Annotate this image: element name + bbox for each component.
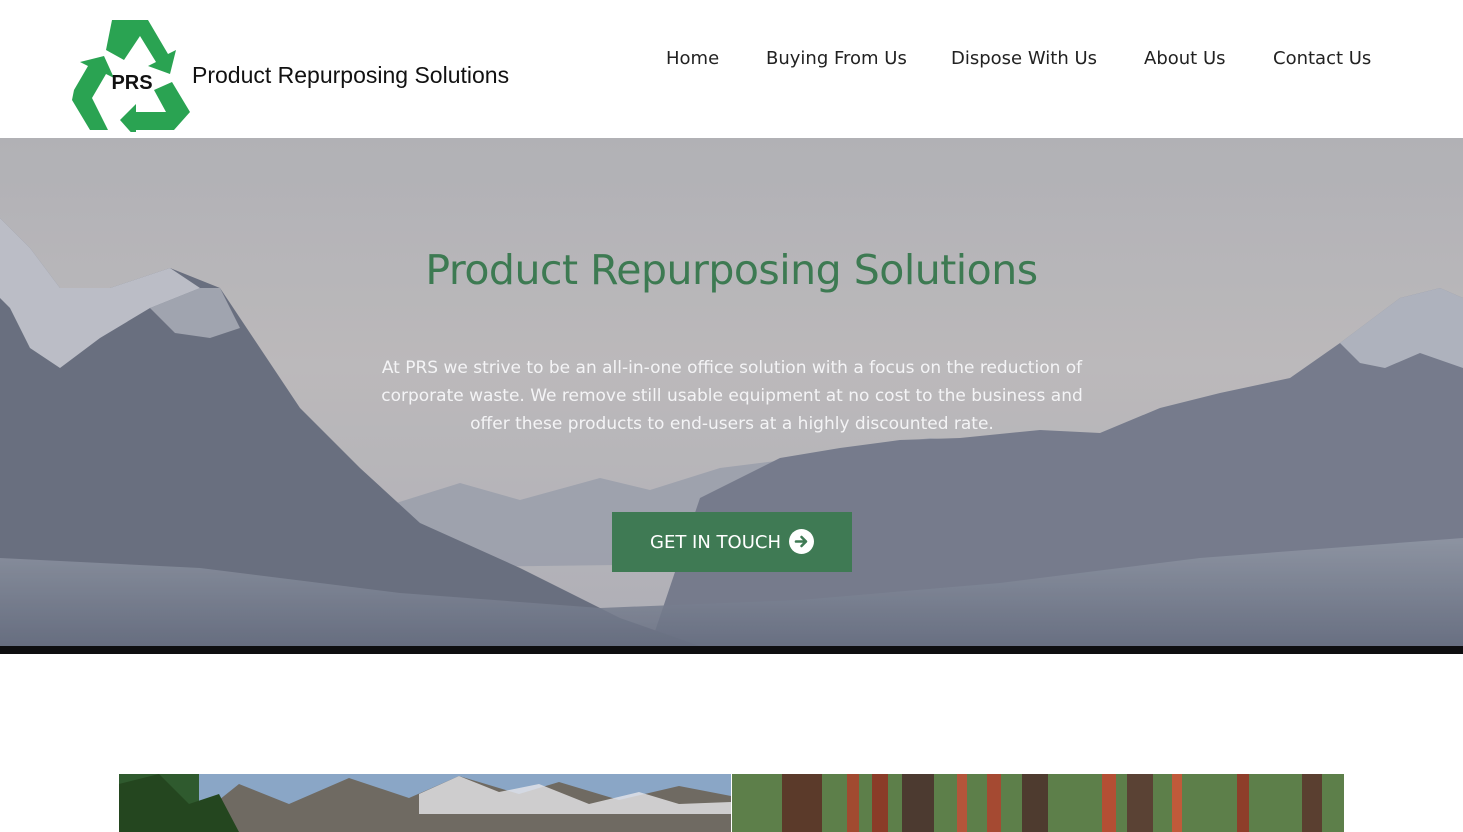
get-in-touch-button[interactable]: GET IN TOUCH — [612, 512, 852, 572]
mountain-lake-image — [119, 774, 731, 832]
site-header: PRS Product Repurposing Solutions Home B… — [0, 0, 1463, 138]
hero-divider — [0, 646, 1463, 654]
arrow-circle-right-icon — [788, 528, 814, 554]
get-in-touch-label: GET IN TOUCH — [650, 531, 781, 553]
nav-about-us[interactable]: About Us — [1144, 48, 1226, 69]
hero-section: Product Repurposing Solutions At PRS we … — [0, 138, 1463, 646]
hero-description: At PRS we strive to be an all-in-one off… — [381, 358, 1083, 434]
nav-home[interactable]: Home — [666, 48, 719, 69]
forest-image — [732, 774, 1344, 832]
nav-buying-from-us[interactable]: Buying From Us — [766, 48, 907, 69]
hero-title: Product Repurposing Solutions — [425, 246, 1038, 294]
nav-dispose-with-us[interactable]: Dispose With Us — [951, 48, 1097, 69]
nav-contact-us[interactable]: Contact Us — [1273, 48, 1371, 69]
main-nav: Home Buying From Us Dispose With Us Abou… — [0, 48, 1463, 76]
